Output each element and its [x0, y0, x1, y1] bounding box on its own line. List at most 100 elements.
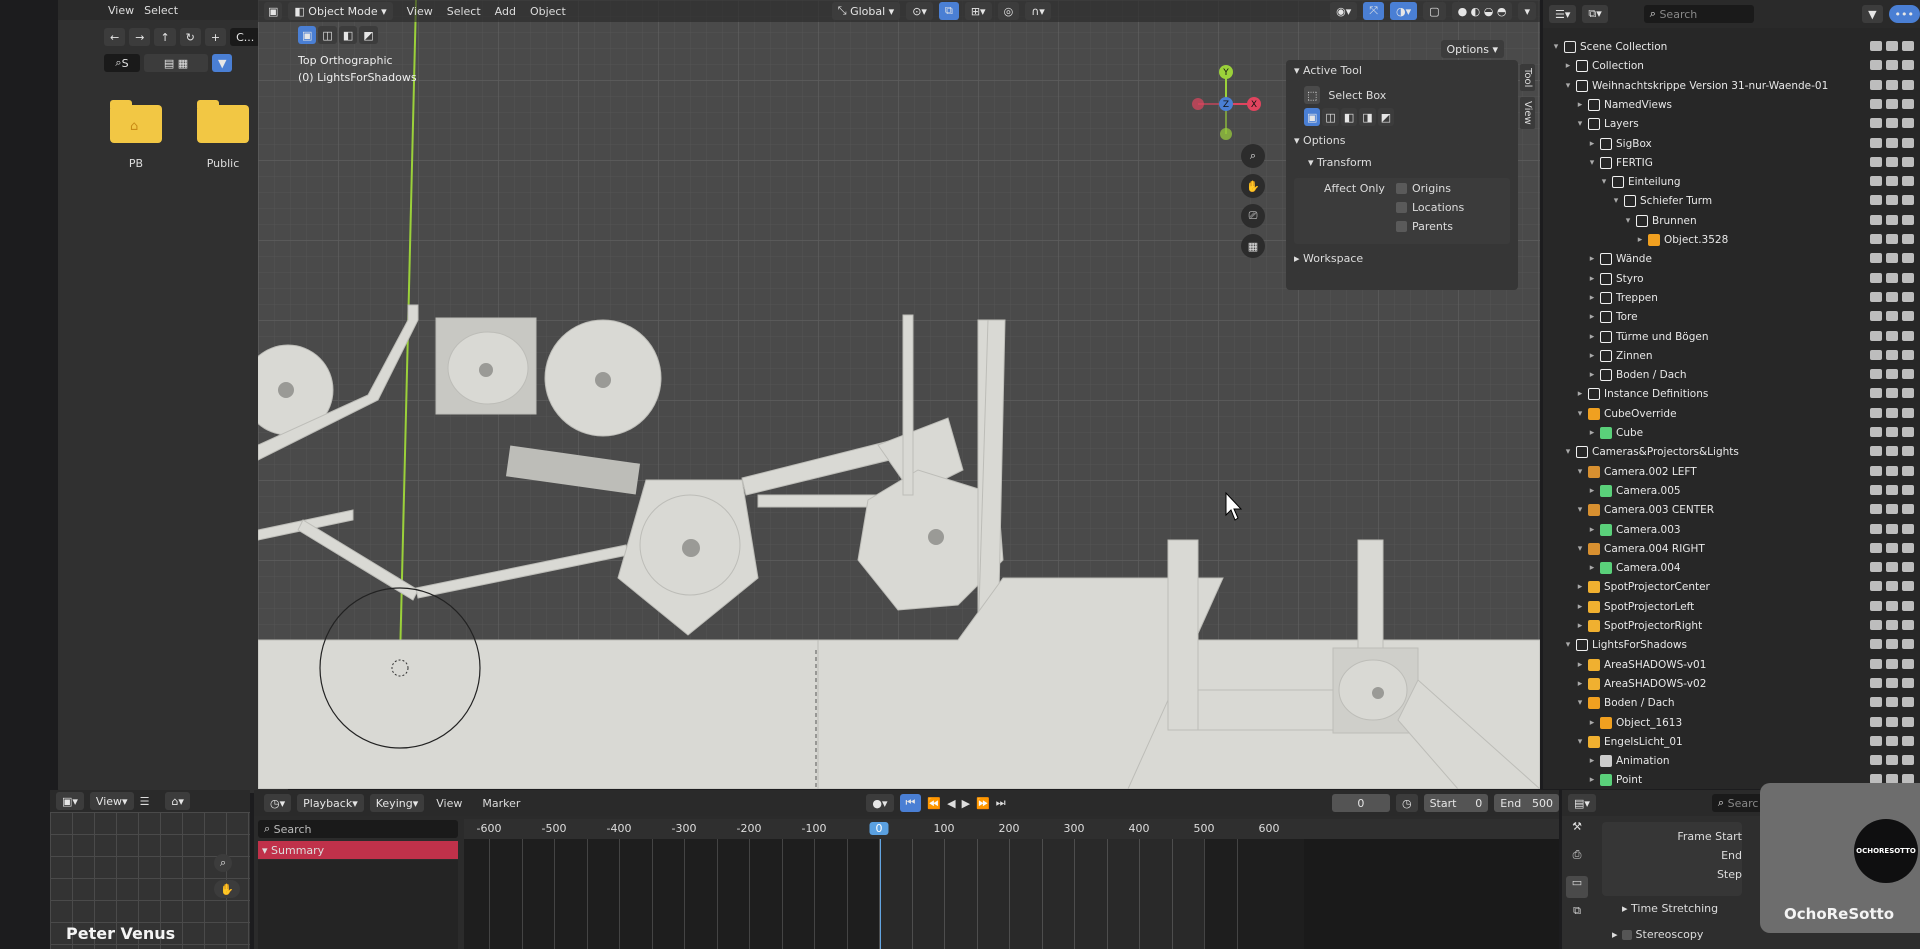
outliner-row[interactable]: ▸ Camera.004: [1587, 559, 1681, 577]
camera-render-icon[interactable]: [1902, 234, 1914, 244]
snap-target-dropdown[interactable]: ⊞▾: [964, 2, 992, 20]
display-mode-button[interactable]: ▤ ▦: [144, 54, 208, 72]
camera-render-icon[interactable]: [1902, 523, 1914, 534]
visibility-toggles[interactable]: [1860, 349, 1914, 364]
chevron-down-icon[interactable]: ▾: [1563, 447, 1573, 457]
visibility-toggles[interactable]: [1860, 195, 1914, 209]
eye-icon[interactable]: [1886, 716, 1898, 727]
outliner-row[interactable]: ▸ SpotProjectorCenter: [1575, 578, 1710, 596]
eye-icon[interactable]: [1886, 291, 1898, 302]
chevron-right-icon[interactable]: ▸: [1563, 61, 1573, 71]
pan-hand-icon[interactable]: ✋: [1241, 174, 1265, 198]
visibility-toggles[interactable]: [1860, 562, 1914, 576]
chevron-down-icon[interactable]: ▾: [1599, 177, 1609, 187]
gizmo-toggle[interactable]: ⤧: [1363, 2, 1385, 20]
dopesheet-area[interactable]: [464, 839, 1304, 949]
path-field[interactable]: C...: [230, 28, 261, 46]
forward-button[interactable]: →: [129, 28, 151, 46]
back-button[interactable]: ←: [104, 28, 126, 46]
visibility-toggles[interactable]: [1860, 272, 1914, 287]
camera-render-icon[interactable]: [1902, 137, 1914, 148]
transform-header[interactable]: ▾ Transform: [1294, 156, 1510, 178]
visibility-toggles[interactable]: [1860, 41, 1914, 55]
chevron-right-icon[interactable]: ▸: [1575, 582, 1585, 592]
checkbox-icon[interactable]: [1870, 349, 1882, 360]
checkbox-parents[interactable]: Parents: [1396, 220, 1453, 233]
jump-key-fwd-icon[interactable]: ⏩: [976, 797, 990, 810]
eye-icon[interactable]: [1886, 581, 1898, 592]
timeline-search[interactable]: ⌕ Search: [258, 820, 458, 838]
checkbox-icon[interactable]: [1870, 697, 1882, 708]
mode-set-icon[interactable]: ▣: [1304, 108, 1321, 126]
eye-icon[interactable]: [1886, 484, 1898, 495]
visibility-toggles[interactable]: [1860, 639, 1914, 653]
start-frame-field[interactable]: Start 0: [1423, 794, 1489, 812]
chevron-right-icon[interactable]: ▸: [1587, 428, 1597, 438]
folder-pb[interactable]: ⌂ PB: [108, 100, 164, 170]
outliner-row[interactable]: ▾ LightsForShadows: [1563, 636, 1687, 654]
current-frame-field[interactable]: 0: [1331, 794, 1390, 812]
end-frame-field[interactable]: End 500: [1494, 794, 1559, 812]
eye-icon[interactable]: [1886, 562, 1898, 573]
visibility-toggles[interactable]: [1860, 446, 1914, 460]
editor-type-button[interactable]: ☰▾: [1549, 5, 1577, 23]
checkbox-icon[interactable]: [1870, 581, 1882, 592]
checkbox-icon[interactable]: [1870, 214, 1882, 225]
camera-render-icon[interactable]: [1902, 735, 1914, 746]
menu-object[interactable]: Object: [530, 5, 566, 18]
chevron-right-icon[interactable]: ▸: [1587, 293, 1597, 303]
outliner-row[interactable]: ▸ SpotProjectorLeft: [1575, 598, 1694, 616]
checkbox-icon[interactable]: [1870, 369, 1882, 380]
chevron-down-icon[interactable]: ▾: [1623, 216, 1633, 226]
chevron-right-icon[interactable]: ▸: [1587, 370, 1597, 380]
eye-icon[interactable]: [1886, 349, 1898, 360]
chevron-down-icon[interactable]: ▾: [1575, 544, 1585, 554]
checkbox-icon[interactable]: [1870, 523, 1882, 534]
select-subtract-icon[interactable]: ◧: [338, 26, 358, 44]
menu-select[interactable]: Select: [144, 4, 178, 17]
camera-render-icon[interactable]: [1902, 176, 1914, 187]
chevron-right-icon[interactable]: ▸: [1575, 660, 1585, 670]
outliner-row[interactable]: ▸ Animation: [1587, 752, 1670, 770]
camera-render-icon[interactable]: [1902, 639, 1914, 650]
visibility-toggles[interactable]: [1860, 716, 1914, 731]
chevron-right-icon[interactable]: ▸: [1587, 139, 1597, 149]
new-collection-icon[interactable]: •••: [1888, 5, 1920, 23]
eye-icon[interactable]: [1886, 542, 1898, 553]
eye-icon[interactable]: [1886, 600, 1898, 611]
checkbox-origins[interactable]: Origins: [1396, 182, 1451, 195]
chevron-right-icon[interactable]: ▸: [1575, 602, 1585, 612]
chevron-right-icon[interactable]: ▸: [1587, 312, 1597, 322]
checkbox-icon[interactable]: [1870, 542, 1882, 553]
camera-render-icon[interactable]: [1902, 562, 1914, 573]
chevron-down-icon[interactable]: ▾: [1575, 698, 1585, 708]
chevron-right-icon[interactable]: ▸: [1587, 254, 1597, 264]
camera-render-icon[interactable]: [1902, 330, 1914, 341]
visibility-toggles[interactable]: [1860, 523, 1914, 538]
outliner-row[interactable]: ▾ Layers: [1575, 115, 1639, 133]
checkbox-icon[interactable]: [1870, 446, 1882, 457]
shading-dropdown[interactable]: ▾: [1518, 2, 1536, 20]
visibility-toggles[interactable]: [1860, 620, 1914, 634]
checkbox-icon[interactable]: [1870, 79, 1882, 90]
visibility-toggles[interactable]: [1860, 542, 1914, 557]
outliner-row[interactable]: ▸ Collection: [1563, 57, 1644, 75]
eye-icon[interactable]: [1886, 446, 1898, 457]
outliner-search[interactable]: ⌕ Search: [1643, 5, 1754, 23]
eye-icon[interactable]: [1886, 79, 1898, 90]
orientation-dropdown[interactable]: ⤡ Global ▾: [831, 2, 901, 20]
pan-hand-icon[interactable]: ✋: [214, 880, 240, 898]
checkbox-icon[interactable]: [1870, 60, 1882, 71]
outliner-row[interactable]: ▾ Camera.002 LEFT: [1575, 463, 1697, 481]
output-tab-icon[interactable]: ▭: [1566, 876, 1588, 898]
eye-icon[interactable]: [1886, 639, 1898, 650]
jump-end-icon[interactable]: ⏭: [996, 796, 1006, 810]
search-field[interactable]: ⌕ S: [104, 54, 140, 72]
outliner-row[interactable]: ▸ Point: [1587, 771, 1642, 789]
preview-range-toggle[interactable]: ◷: [1395, 794, 1418, 812]
eye-icon[interactable]: [1886, 523, 1898, 534]
zoom-icon[interactable]: ⌕: [1241, 144, 1265, 168]
checkbox-icon[interactable]: [1870, 755, 1882, 766]
chevron-right-icon[interactable]: ▸: [1587, 351, 1597, 361]
eye-icon[interactable]: [1886, 369, 1898, 380]
